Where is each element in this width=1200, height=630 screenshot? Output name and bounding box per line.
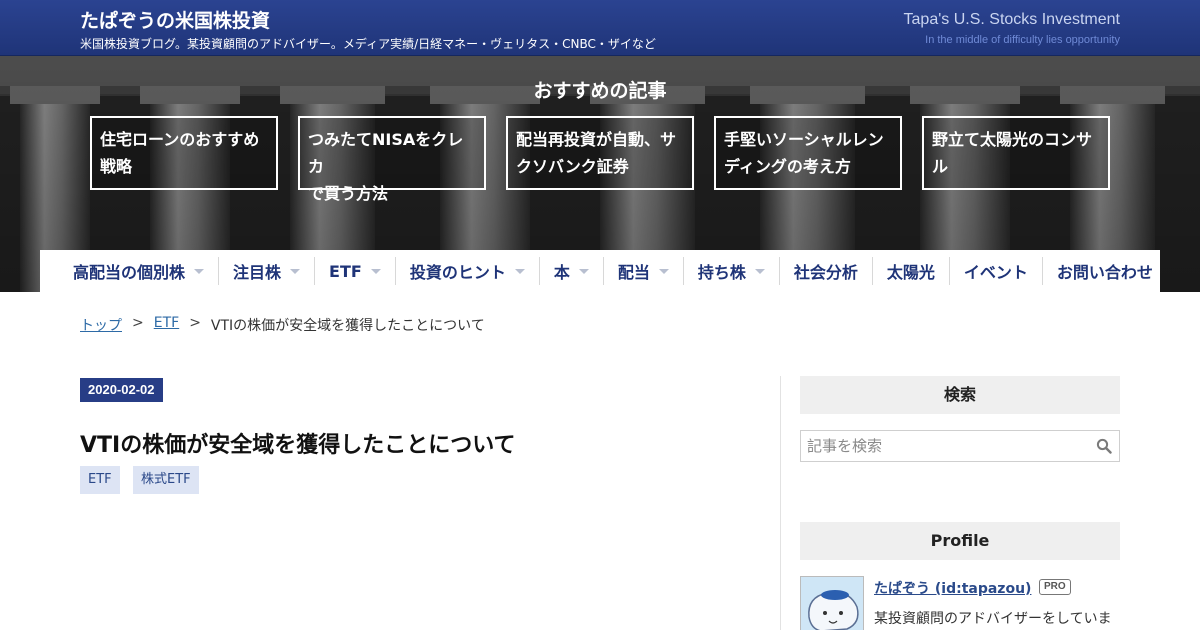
category-tag-etf[interactable]: ETF — [80, 466, 120, 494]
entry-date[interactable]: 2020-02-02 — [80, 378, 163, 402]
nav-item-label: 持ち株 — [697, 263, 746, 282]
nav-item-label: 太陽光 — [886, 263, 935, 282]
chevron-down-icon — [754, 268, 765, 274]
nav-item-label: 投資のヒント — [409, 263, 506, 282]
nav-item-label: ETF — [329, 261, 362, 281]
breadcrumb-top-link[interactable]: トップ — [80, 315, 122, 335]
recommended-article-3[interactable]: 配当再投資が自動、サ クソバンク証券 — [506, 116, 694, 190]
recommended-article-3-line2: クソバンク証券 — [516, 157, 629, 176]
chevron-down-icon — [514, 268, 525, 274]
recommended-article-4-line2: ディングの考え方 — [724, 157, 851, 176]
recommended-article-1[interactable]: 住宅ローンのおすすめ 戦略 — [90, 116, 278, 190]
recommended-article-2-line2: で買う方法 — [308, 184, 389, 203]
recommended-heading: おすすめの記事 — [533, 80, 667, 102]
nav-item-books[interactable]: 本 — [540, 257, 604, 285]
site-title-english: Tapa's U.S. Stocks Investment — [903, 11, 1120, 28]
nav-item-label: 本 — [553, 263, 570, 282]
search-input[interactable] — [800, 430, 1120, 462]
recommended-article-2[interactable]: つみたてNISAをクレカ で買う方法 — [298, 116, 486, 203]
nav-item-label: イベント — [963, 263, 1028, 282]
profile-description: 某投資顧問のアドバイザーをしていま — [874, 611, 1112, 627]
category-tag-stock-etf[interactable]: 株式ETF — [133, 466, 199, 494]
recommended-article-3-line1: 配当再投資が自動、サ — [516, 130, 677, 149]
nav-item-contact[interactable]: お問い合わせ — [1043, 257, 1153, 285]
breadcrumb-current: VTIの株価が安全域を獲得したことについて — [210, 318, 485, 334]
recommended-article-2-line1: つみたてNISAをクレカ — [308, 130, 464, 176]
nav-item-solar[interactable]: 太陽光 — [873, 257, 950, 285]
chevron-down-icon — [194, 268, 205, 274]
recommended-article-1-line2: 戦略 — [100, 157, 133, 176]
site-title[interactable]: たぱぞうの米国株投資 — [80, 6, 270, 33]
chevron-down-icon — [658, 268, 669, 274]
nav-item-label: 高配当の個別株 — [73, 263, 186, 282]
site-description: 米国株投資ブログ。某投資顧問のアドバイザー。メディア実績/日経マネー・ヴェリタス… — [80, 37, 656, 51]
search-module-heading: 検索 — [800, 376, 1120, 414]
global-nav: 高配当の個別株 注目株 ETF 投資のヒント 本 配当 持ち株 社会分析 太陽光… — [40, 250, 1160, 292]
nav-item-high-dividend-stocks[interactable]: 高配当の個別株 — [58, 257, 220, 285]
nav-item-events[interactable]: イベント — [950, 257, 1043, 285]
nav-item-holdings[interactable]: 持ち株 — [684, 257, 780, 285]
site-tagline: In the middle of difficulty lies opportu… — [925, 34, 1120, 46]
recommended-article-4-line1: 手堅いソーシャルレン — [724, 130, 884, 149]
nav-item-etf[interactable]: ETF — [315, 257, 396, 285]
recommended-article-5-line1: 野立て太陽光のコンサ — [932, 130, 1093, 149]
breadcrumb-separator: > — [132, 315, 144, 331]
nav-item-label: 注目株 — [233, 263, 282, 282]
pro-badge: PRO — [1039, 579, 1071, 595]
chevron-down-icon — [370, 268, 381, 274]
profile-module-heading: Profile — [800, 522, 1120, 560]
column-divider — [780, 376, 781, 630]
nav-item-dividends[interactable]: 配当 — [604, 257, 684, 285]
nav-item-label: 配当 — [617, 263, 650, 282]
recommended-article-5[interactable]: 野立て太陽光のコンサ ル — [922, 116, 1110, 190]
nav-item-investment-tips[interactable]: 投資のヒント — [396, 257, 540, 285]
breadcrumb-separator: > — [189, 315, 201, 331]
breadcrumb-category-link[interactable]: ETF — [154, 315, 179, 335]
chevron-down-icon — [290, 268, 301, 274]
profile-name-link[interactable]: たぱぞう (id:tapazou) — [874, 578, 1031, 598]
entry-title[interactable]: VTIの株価が安全域を獲得したことについて — [80, 427, 516, 459]
chevron-down-icon — [578, 268, 589, 274]
nav-item-watch-stocks[interactable]: 注目株 — [219, 257, 316, 285]
site-header: たぱぞうの米国株投資 米国株投資ブログ。某投資顧問のアドバイザー。メディア実績/… — [0, 0, 1200, 56]
recommended-article-5-line2: ル — [932, 157, 949, 176]
search-icon[interactable] — [1096, 438, 1112, 454]
breadcrumb: トップ > ETF > VTIの株価が安全域を獲得したことについて — [80, 315, 485, 335]
nav-item-label: 社会分析 — [793, 263, 858, 282]
nav-item-label: お問い合わせ — [1056, 263, 1153, 282]
elephant-mascot-icon — [801, 577, 863, 630]
avatar[interactable] — [800, 576, 864, 630]
recommended-article-1-line1: 住宅ローンのおすすめ — [100, 130, 260, 149]
recommended-article-4[interactable]: 手堅いソーシャルレン ディングの考え方 — [714, 116, 902, 190]
nav-item-social-analysis[interactable]: 社会分析 — [780, 257, 873, 285]
